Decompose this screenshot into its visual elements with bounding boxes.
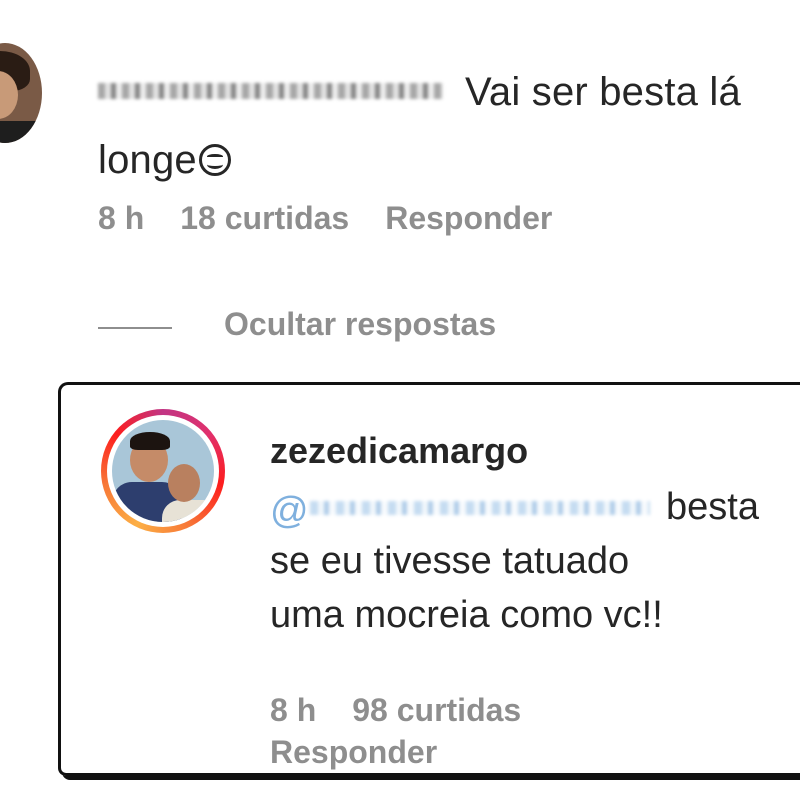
comments-view: luciana_de_paula Vai ser besta lá longe 8… [0, 0, 800, 800]
reply-avatar [112, 420, 214, 522]
grinning-face-icon [198, 144, 231, 176]
reply-username[interactable]: zezedicamargo [270, 430, 528, 472]
reply-time: 8 h [270, 692, 317, 728]
reply-text-line3: uma mocreia como vc!! [270, 594, 663, 636]
story-ring[interactable] [101, 409, 225, 533]
reply-likes-link[interactable]: 98 curtidas [352, 692, 521, 728]
commenter-username-redacted[interactable]: luciana_de_paula [98, 71, 443, 111]
reply-body: @ besta se eu tivesse tatuado uma mocreia… [270, 480, 790, 642]
replies-divider-line [98, 327, 172, 329]
comment-body: luciana_de_paula Vai ser besta lá longe [98, 58, 788, 194]
comment-time: 8 h [98, 200, 145, 236]
hide-replies-button[interactable]: Ocultar respostas [224, 306, 496, 343]
comment-text-line1: Vai ser besta lá [465, 70, 741, 114]
comment-likes-link[interactable]: 18 curtidas [180, 200, 349, 236]
comment-text-line2: longe [98, 138, 197, 182]
comment-meta: 8 h 18 curtidas Responder [98, 200, 588, 237]
reply-meta: 8 h 98 curtidas [270, 692, 557, 729]
reply-text-line2: se eu tivesse tatuado [270, 540, 630, 582]
reply-mention-link[interactable]: @ [270, 486, 650, 532]
reply-reply-button[interactable]: Responder [270, 734, 437, 771]
commenter-avatar[interactable] [0, 43, 42, 143]
reply-text-line1: besta [666, 486, 759, 528]
comment-reply-button[interactable]: Responder [385, 200, 552, 236]
